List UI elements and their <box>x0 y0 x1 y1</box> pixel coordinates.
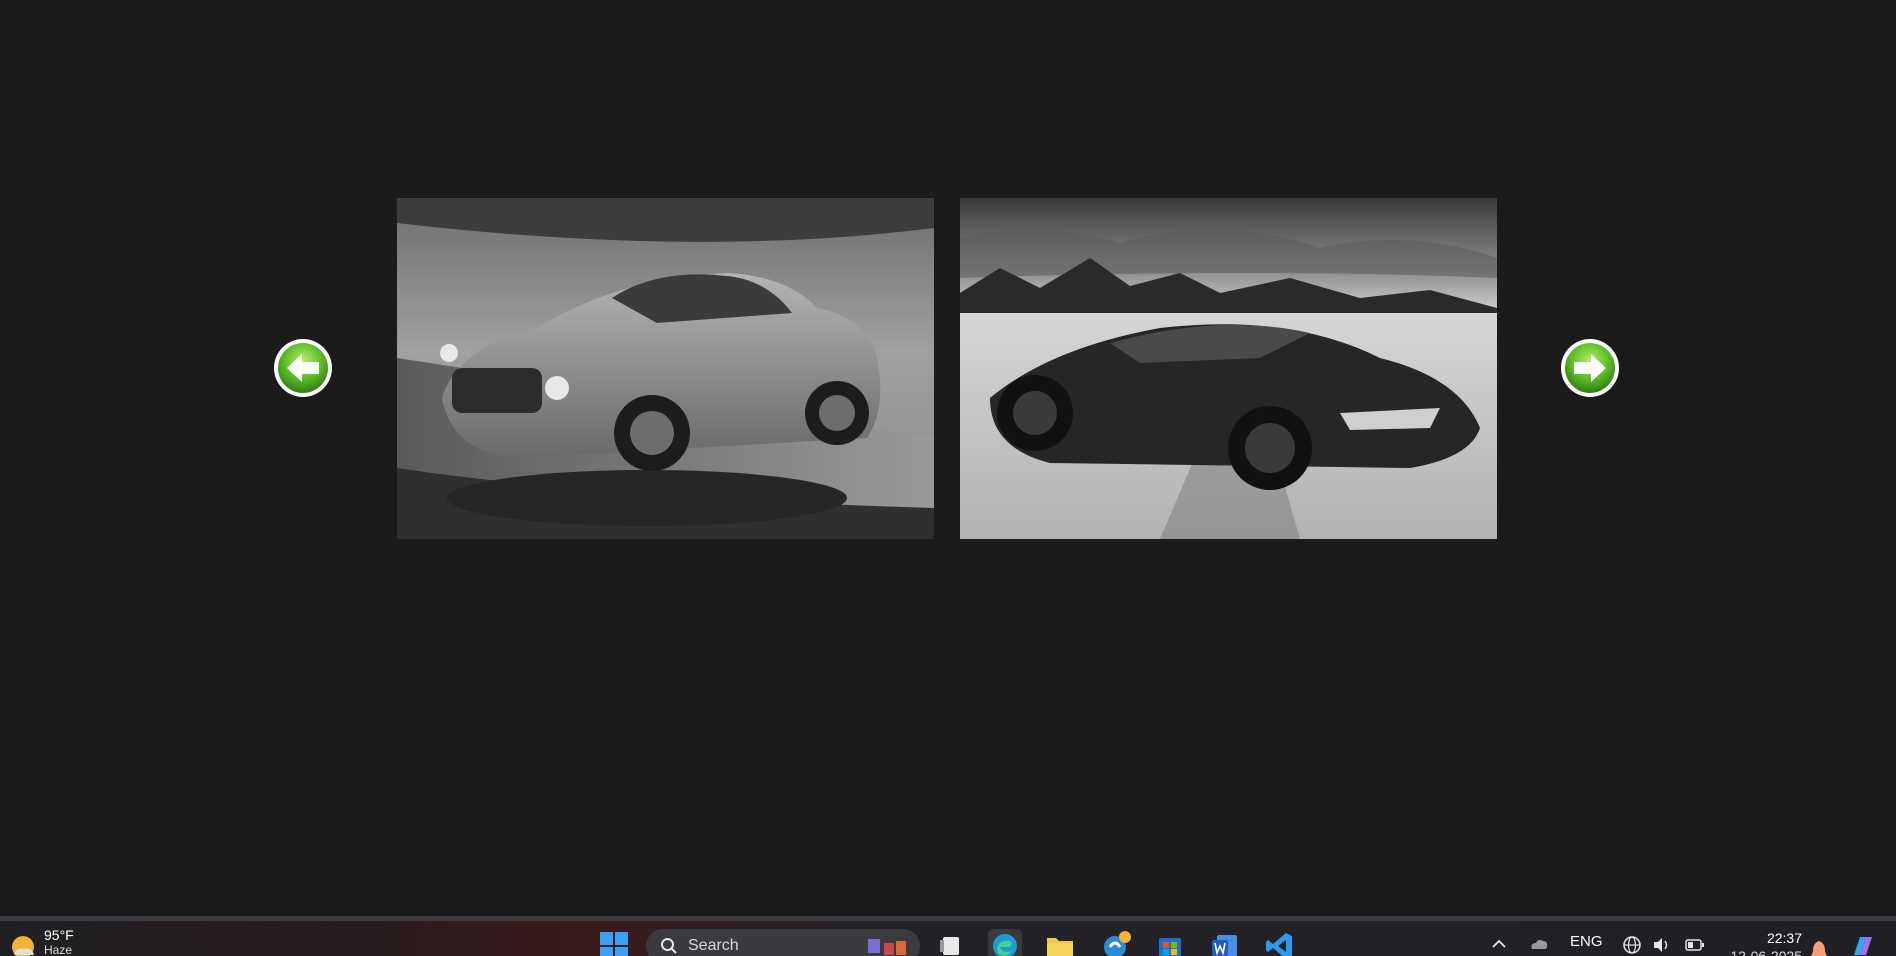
clock-date: 12-06-2025 <box>1730 948 1802 956</box>
weather-sun-icon <box>12 936 34 956</box>
classic-coupe-photo[interactable] <box>397 198 934 539</box>
chat-icon <box>1104 931 1131 956</box>
search-label: Search <box>688 937 739 954</box>
network-globe-icon[interactable] <box>1622 935 1642 955</box>
desktop-page: 95°F Haze Search ENG 22:37 12-06-2025 <box>0 0 1896 956</box>
battery-icon[interactable] <box>1684 935 1706 955</box>
weather-temperature: 95°F <box>44 927 74 943</box>
word-icon <box>1212 935 1237 956</box>
word-app-button[interactable] <box>1208 929 1242 956</box>
copilot-icon[interactable] <box>1848 933 1876 956</box>
vscode-icon <box>1266 933 1292 956</box>
task-view-button[interactable] <box>934 929 968 956</box>
next-image-button[interactable] <box>1560 338 1620 398</box>
notification-bell-icon[interactable] <box>1810 939 1828 956</box>
previous-image-button[interactable] <box>273 338 333 398</box>
language-indicator[interactable]: ENG <box>1570 933 1603 950</box>
taskbar-search[interactable]: Search <box>646 929 920 956</box>
edge-icon <box>993 934 1017 956</box>
folder-icon <box>1047 938 1073 956</box>
file-explorer-button[interactable] <box>1043 929 1077 956</box>
taskbar: 95°F Haze Search ENG 22:37 12-06-2025 <box>0 916 1896 956</box>
clock-time: 22:37 <box>1766 930 1802 946</box>
volume-icon[interactable] <box>1652 935 1672 955</box>
weather-widget[interactable]: 95°F Haze <box>10 927 74 956</box>
left-arrow-icon <box>274 339 332 397</box>
start-button[interactable] <box>599 931 629 956</box>
chevron-up-icon[interactable] <box>1490 935 1508 953</box>
hypercar-desert-image <box>960 198 1497 539</box>
chat-app-button[interactable] <box>1099 929 1133 956</box>
taskbar-clock[interactable]: 22:37 12-06-2025 <box>1712 929 1802 956</box>
onedrive-cloud-icon[interactable] <box>1528 933 1550 955</box>
vscode-app-button[interactable] <box>1263 929 1297 956</box>
classic-coupe-image <box>397 198 934 539</box>
search-icon <box>661 938 677 954</box>
edge-app-button[interactable] <box>988 929 1022 956</box>
hypercar-desert-photo[interactable] <box>960 198 1497 539</box>
right-arrow-icon <box>1561 339 1619 397</box>
microsoft-store-button[interactable] <box>1153 929 1187 956</box>
task-view-icon <box>940 937 959 955</box>
search-highlight-icon <box>868 939 906 955</box>
store-icon <box>1159 938 1181 956</box>
weather-condition: Haze <box>44 943 73 956</box>
